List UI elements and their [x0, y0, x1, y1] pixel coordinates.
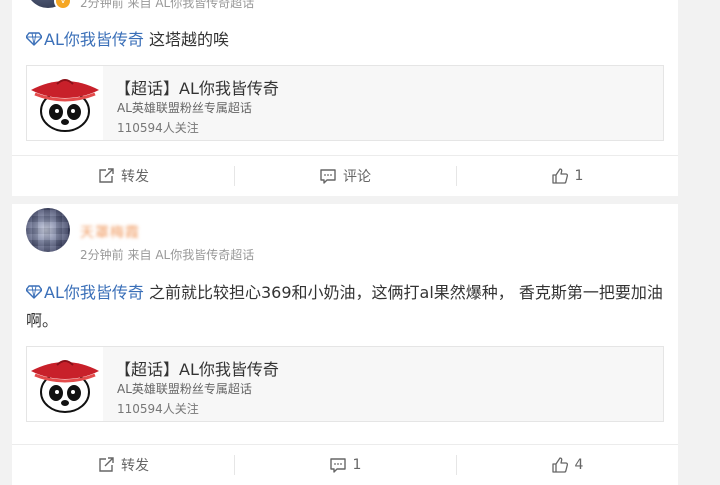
- super-topic-logo: [27, 66, 103, 140]
- action-bar: 转发 1 4: [12, 444, 678, 485]
- username[interactable]: 天罩梅霞: [80, 222, 140, 242]
- post-meta: 2分钟前 来自 AL你我皆传奇超话: [80, 244, 254, 264]
- comment-icon: [320, 169, 336, 184]
- comment-label: 评论: [343, 169, 371, 185]
- repost-label: 转发: [121, 169, 149, 185]
- like-count: 1: [574, 168, 584, 184]
- comment-button[interactable]: 1: [234, 445, 456, 485]
- username-row: 天罩梅霞: [80, 222, 140, 242]
- weibo-post: v 2分钟前 来自 AL你我皆传奇超话 AL你我皆传奇 这塔越的唉 【超话】AL…: [12, 0, 678, 196]
- card-subtitle: AL英雄联盟粉丝专属超话: [117, 382, 252, 396]
- panda-logo-icon: [31, 360, 99, 413]
- card-title: 【超话】AL你我皆传奇: [115, 360, 279, 379]
- super-topic-card[interactable]: 【超话】AL你我皆传奇 AL英雄联盟粉丝专属超话 110594人关注: [26, 65, 664, 141]
- super-topic-logo: [27, 347, 103, 421]
- post-content: AL你我皆传奇 之前就比较担心369和小奶油，这俩打al果然爆种， 香克斯第一把…: [26, 279, 664, 335]
- comment-count: 1: [352, 457, 362, 473]
- card-subtitle: AL英雄联盟粉丝专属超话: [117, 101, 252, 115]
- post-meta: 2分钟前 来自 AL你我皆传奇超话: [80, 0, 254, 12]
- topic-link[interactable]: AL你我皆传奇: [26, 30, 144, 49]
- source-link[interactable]: AL你我皆传奇超话: [155, 0, 254, 10]
- post-time[interactable]: 2分钟前: [80, 0, 124, 10]
- card-followers: 110594人关注: [117, 121, 199, 135]
- panda-logo-icon: [31, 79, 99, 132]
- like-icon: [551, 168, 568, 184]
- topic-text: AL你我皆传奇: [44, 283, 144, 302]
- repost-label: 转发: [121, 458, 149, 474]
- comment-button[interactable]: 评论: [234, 156, 456, 196]
- like-count: 4: [574, 457, 584, 473]
- post-time[interactable]: 2分钟前: [80, 248, 124, 262]
- repost-icon: [99, 168, 114, 183]
- topic-text: AL你我皆传奇: [44, 30, 144, 49]
- diamond-icon: [26, 32, 42, 46]
- avatar[interactable]: v: [26, 0, 72, 10]
- comment-icon: [329, 458, 346, 473]
- repost-button[interactable]: 转发: [12, 156, 234, 196]
- post-text: 这塔越的唉: [148, 30, 229, 49]
- card-title: 【超话】AL你我皆传奇: [115, 79, 279, 98]
- source-link[interactable]: AL你我皆传奇超话: [155, 248, 254, 262]
- action-bar: 转发 评论 1: [12, 155, 678, 196]
- weibo-post: 天罩梅霞 2分钟前 来自 AL你我皆传奇超话 AL你我皆传奇 之前就比较担心36…: [12, 204, 678, 485]
- repost-button[interactable]: 转发: [12, 445, 234, 485]
- vip-badge-icon: v: [54, 0, 72, 10]
- repost-icon: [99, 457, 114, 472]
- like-button[interactable]: 4: [456, 445, 678, 485]
- like-icon: [551, 457, 568, 473]
- card-followers: 110594人关注: [117, 402, 199, 416]
- avatar[interactable]: [26, 208, 70, 252]
- post-content: AL你我皆传奇 这塔越的唉: [26, 26, 664, 54]
- super-topic-card[interactable]: 【超话】AL你我皆传奇 AL英雄联盟粉丝专属超话 110594人关注: [26, 346, 664, 422]
- topic-link[interactable]: AL你我皆传奇: [26, 283, 144, 302]
- like-button[interactable]: 1: [456, 156, 678, 196]
- source-prefix: 来自: [127, 247, 152, 262]
- post-header: [26, 208, 80, 252]
- diamond-icon: [26, 285, 42, 299]
- source-prefix: 来自: [127, 0, 152, 10]
